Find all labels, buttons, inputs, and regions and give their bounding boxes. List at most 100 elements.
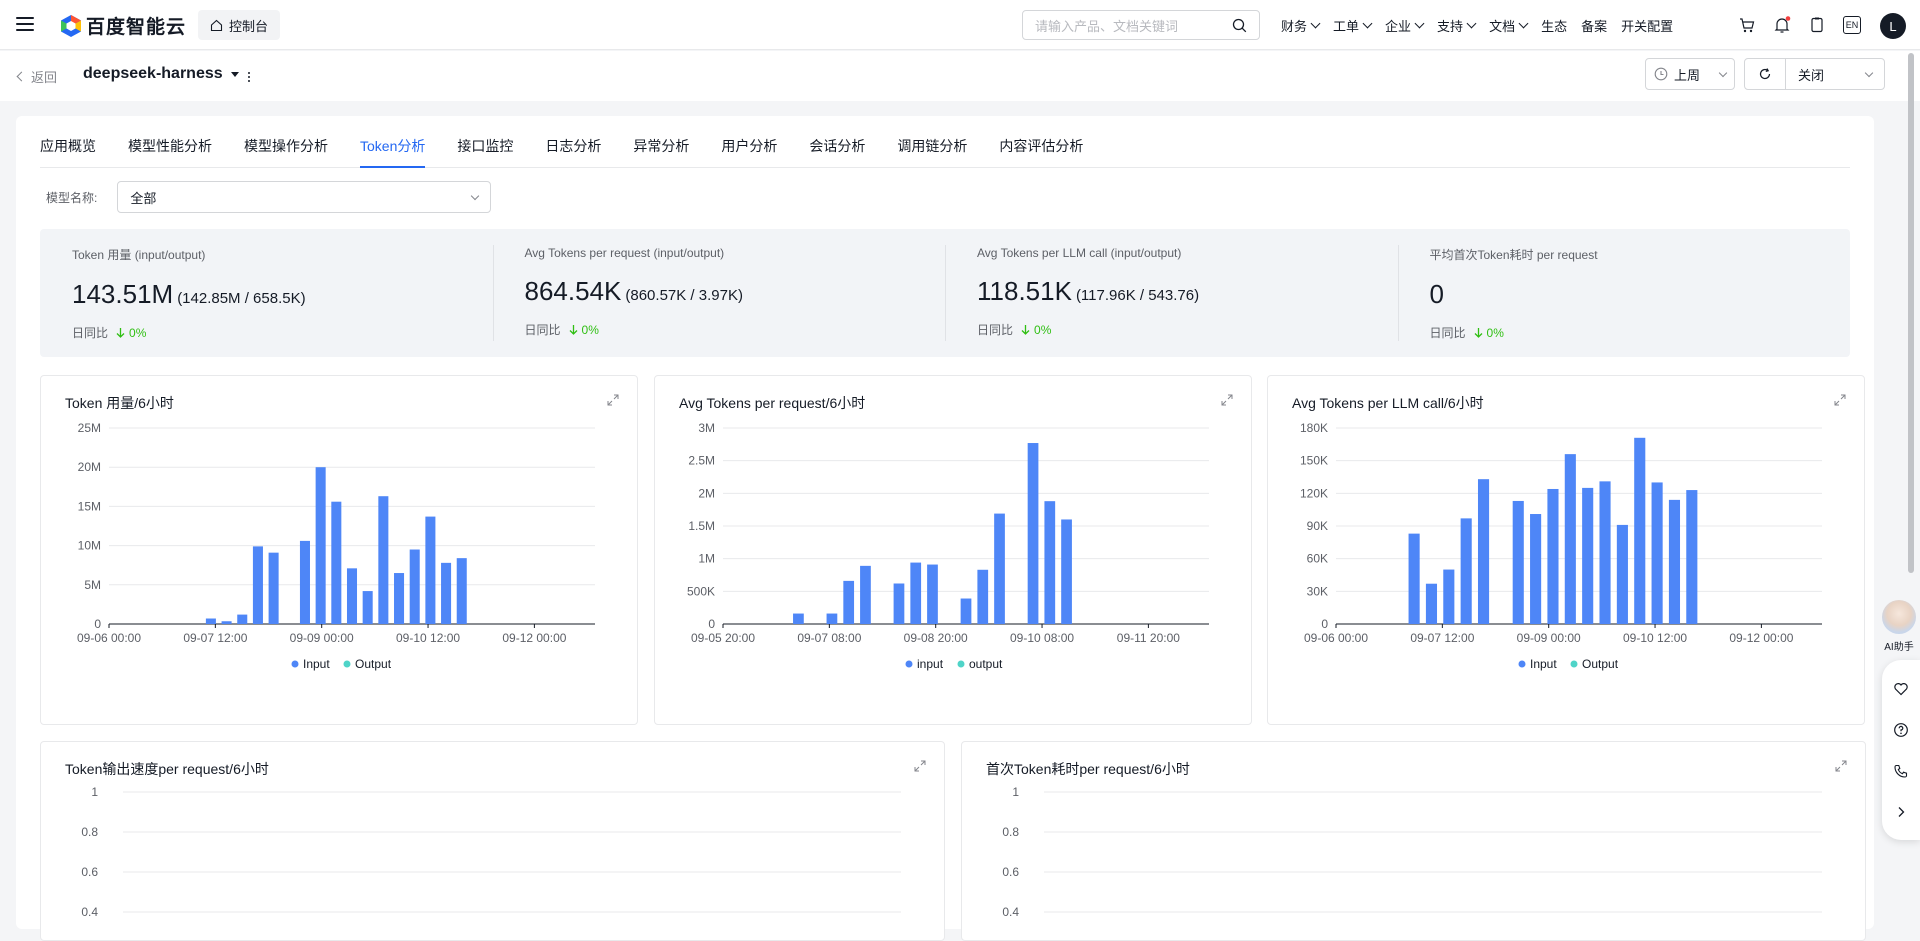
bar[interactable] xyxy=(1547,488,1559,624)
bar[interactable] xyxy=(331,501,342,624)
bar[interactable] xyxy=(994,513,1005,624)
legend-label[interactable]: Input xyxy=(303,657,330,671)
nav-item-label: 工单 xyxy=(1333,18,1360,34)
bar[interactable] xyxy=(441,562,452,624)
bar[interactable] xyxy=(1027,443,1039,624)
bar[interactable] xyxy=(205,618,216,624)
bar[interactable] xyxy=(1477,479,1490,624)
tab-9[interactable]: 调用链分析 xyxy=(897,136,967,167)
tab-6[interactable]: 异常分析 xyxy=(633,136,689,167)
model-select[interactable]: 全部 xyxy=(117,181,492,213)
expand-icon[interactable] xyxy=(607,394,619,406)
bar[interactable] xyxy=(977,569,989,624)
phone-icon[interactable] xyxy=(1893,763,1909,779)
bell-icon[interactable] xyxy=(1772,15,1792,35)
nav-item-2[interactable]: 企业 xyxy=(1385,16,1425,35)
bar[interactable] xyxy=(315,467,326,624)
expand-icon[interactable] xyxy=(1835,760,1847,772)
tab-2[interactable]: 模型操作分析 xyxy=(244,136,328,167)
nav-item-5[interactable]: 生态 xyxy=(1541,16,1567,35)
bar[interactable] xyxy=(793,613,804,624)
hamburger-menu-icon[interactable] xyxy=(16,15,34,33)
help-icon[interactable] xyxy=(1893,722,1909,738)
bar[interactable] xyxy=(425,516,436,624)
auto-refresh-select[interactable]: 关闭 xyxy=(1785,58,1885,90)
bar[interactable] xyxy=(1512,500,1524,624)
bar[interactable] xyxy=(1686,490,1698,624)
brand-logo[interactable]: 百度智能云 xyxy=(60,12,186,39)
bar[interactable] xyxy=(1460,518,1472,624)
bar[interactable] xyxy=(362,591,373,624)
nav-item-6[interactable]: 备案 xyxy=(1581,16,1607,35)
bar[interactable] xyxy=(1668,499,1681,624)
tab-8[interactable]: 会话分析 xyxy=(809,136,865,167)
bar[interactable] xyxy=(1582,487,1594,624)
bar[interactable] xyxy=(394,573,405,624)
clipboard-icon[interactable] xyxy=(1807,15,1827,35)
tab-1[interactable]: 模型性能分析 xyxy=(128,136,212,167)
tab-10[interactable]: 内容评估分析 xyxy=(999,136,1083,167)
global-search-input[interactable]: 请输入产品、文档关键词 xyxy=(1022,10,1260,40)
search-icon[interactable] xyxy=(1232,18,1247,33)
bar[interactable] xyxy=(456,558,467,624)
tab-7[interactable]: 用户分析 xyxy=(721,136,777,167)
bar[interactable] xyxy=(221,621,232,624)
expand-icon[interactable] xyxy=(1834,394,1846,406)
heart-icon[interactable] xyxy=(1893,681,1909,697)
bar[interactable] xyxy=(1530,514,1542,624)
bar[interactable] xyxy=(1599,481,1611,624)
bar[interactable] xyxy=(1443,569,1455,624)
refresh-button[interactable] xyxy=(1744,58,1786,90)
chevron-right-icon[interactable] xyxy=(1893,804,1909,820)
nav-item-3[interactable]: 支持 xyxy=(1437,16,1477,35)
nav-item-1[interactable]: 工单 xyxy=(1333,16,1373,35)
bar[interactable] xyxy=(1616,524,1628,624)
bar[interactable] xyxy=(826,613,838,624)
bar[interactable] xyxy=(910,562,922,624)
bar[interactable] xyxy=(1408,533,1420,624)
ai-assistant-button[interactable]: AI助手 xyxy=(1879,600,1919,653)
bar[interactable] xyxy=(860,565,871,624)
nav-item-7[interactable]: 开关配置 xyxy=(1621,16,1673,35)
bar[interactable] xyxy=(1044,501,1056,624)
bar[interactable] xyxy=(299,540,310,624)
bar[interactable] xyxy=(409,549,420,624)
bar[interactable] xyxy=(893,583,905,624)
cart-icon[interactable] xyxy=(1737,15,1757,35)
page-scrollbar[interactable] xyxy=(1908,53,1914,573)
nav-item-0[interactable]: 财务 xyxy=(1281,16,1321,35)
bar[interactable] xyxy=(252,546,263,624)
tab-0[interactable]: 应用概览 xyxy=(40,136,96,167)
bar[interactable] xyxy=(927,564,938,624)
legend-label[interactable]: Input xyxy=(1530,657,1557,671)
bar[interactable] xyxy=(237,614,248,624)
back-link[interactable]: 返回 xyxy=(16,67,57,86)
bar[interactable] xyxy=(1651,482,1663,624)
legend-label[interactable]: input xyxy=(917,657,944,671)
bar[interactable] xyxy=(346,568,358,624)
language-switch[interactable]: EN xyxy=(1843,16,1861,34)
nav-item-4[interactable]: 文档 xyxy=(1489,16,1529,35)
bar[interactable] xyxy=(1061,519,1072,624)
tab-4[interactable]: 接口监控 xyxy=(457,136,513,167)
more-options-icon[interactable] xyxy=(248,72,250,82)
legend-label[interactable]: Output xyxy=(355,657,392,671)
tab-5[interactable]: 日志分析 xyxy=(545,136,601,167)
bar[interactable] xyxy=(268,552,279,624)
legend-label[interactable]: Output xyxy=(1582,657,1619,671)
console-button[interactable]: 控制台 xyxy=(198,10,281,40)
legend-label[interactable]: output xyxy=(969,657,1003,671)
bar[interactable] xyxy=(1425,583,1438,624)
bar[interactable] xyxy=(378,496,389,624)
time-range-select[interactable]: 上周 xyxy=(1645,58,1735,90)
user-avatar[interactable]: L xyxy=(1880,13,1906,39)
app-selector[interactable]: deepseek-harness xyxy=(83,65,239,83)
model-filter-label: 模型名称: xyxy=(46,190,98,205)
bar[interactable] xyxy=(843,580,855,624)
bar[interactable] xyxy=(1634,437,1646,624)
tab-3[interactable]: Token分析 xyxy=(360,136,426,168)
expand-icon[interactable] xyxy=(914,760,926,772)
bar[interactable] xyxy=(960,598,972,624)
expand-icon[interactable] xyxy=(1221,394,1233,406)
bar[interactable] xyxy=(1564,454,1576,624)
